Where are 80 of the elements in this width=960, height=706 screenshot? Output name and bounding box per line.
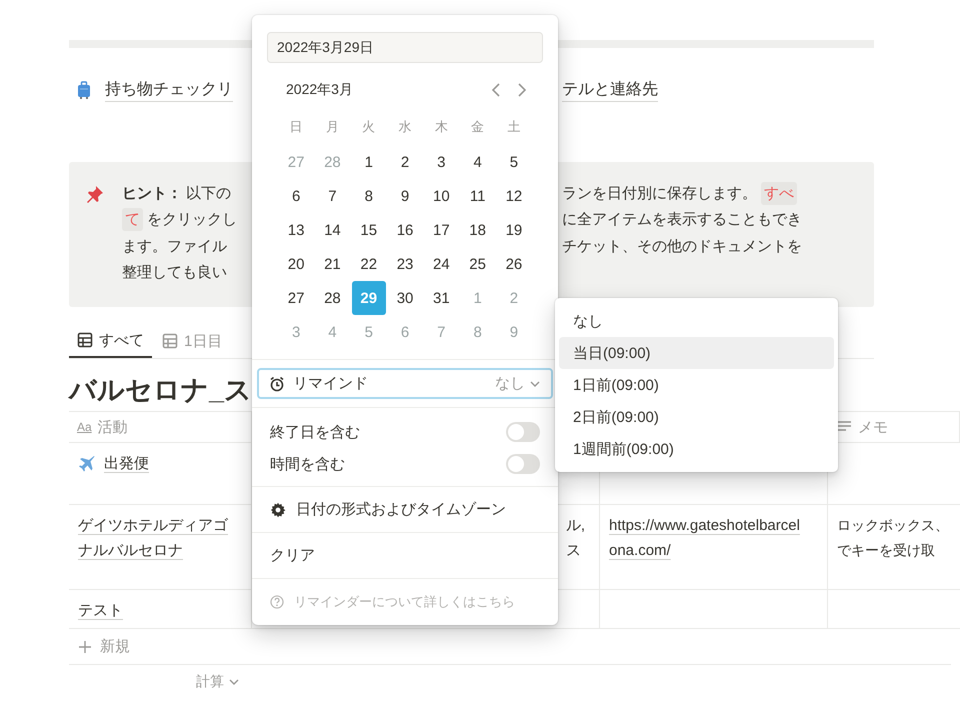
calendar-day[interactable]: 17 <box>423 213 460 247</box>
menu-option[interactable]: なし <box>559 305 834 337</box>
calendar-day[interactable]: 7 <box>314 179 351 213</box>
toggle-switch[interactable] <box>506 454 540 474</box>
calendar-day[interactable]: 11 <box>459 179 496 213</box>
calendar-day[interactable]: 25 <box>459 247 496 281</box>
pushpin-icon <box>85 184 105 204</box>
table-icon <box>162 333 178 349</box>
toggle-label: 時間を含む <box>270 454 345 474</box>
cell-text: ル, ス <box>566 516 585 561</box>
calendar-day[interactable]: 5 <box>496 145 532 179</box>
hint-text: ランを日付別に保存します。 <box>562 184 757 203</box>
database-title: バルセロナ_ス <box>69 374 252 407</box>
suitcase-icon <box>77 81 91 99</box>
gear-icon <box>270 502 286 518</box>
page-link[interactable]: 持ち物チェックリ <box>105 78 233 102</box>
alarm-clock-icon <box>269 376 285 392</box>
menu-option[interactable]: 1日前(09:00) <box>559 369 834 401</box>
toggle-label: 終了日を含む <box>270 422 360 442</box>
date-input-field[interactable]: 2022年3月29日 <box>267 32 543 63</box>
view-tab[interactable]: すべて <box>69 324 152 358</box>
table-icon <box>77 332 93 348</box>
page-link[interactable]: テルと連絡先 <box>562 78 658 102</box>
hint-text: ます。ファイル <box>122 236 227 256</box>
month-label: 2022年3月 <box>286 81 353 99</box>
calendar-day[interactable]: 26 <box>496 247 532 281</box>
weekday-label: 金 <box>470 118 486 136</box>
weekday-label: 月 <box>324 118 340 136</box>
calendar-day[interactable]: 14 <box>314 213 351 247</box>
calendar-day[interactable]: 13 <box>278 213 314 247</box>
cell-text: ロックボックス、でキーを受け取 <box>837 516 950 560</box>
text-type-mark: Aa <box>77 420 92 434</box>
calendar-day[interactable]: 8 <box>350 179 387 213</box>
calendar-day[interactable]: 23 <box>386 247 424 281</box>
page-link[interactable]: テスト <box>78 598 123 623</box>
calendar-day[interactable]: 1 <box>350 145 387 179</box>
hint-text: に全アイテムを表示することもでき <box>562 210 802 230</box>
menu-option[interactable]: 当日(09:00) <box>559 337 834 369</box>
hint-text: 整理しても良い <box>122 263 227 282</box>
hint-text: ヒント： 以下の <box>122 184 232 203</box>
calendar-day[interactable]: 20 <box>278 247 314 281</box>
weekday-label: 火 <box>361 118 376 136</box>
calendar-day[interactable]: 12 <box>496 179 532 213</box>
weekday-label: 木 <box>434 118 449 136</box>
calendar-day[interactable]: 3 <box>423 145 460 179</box>
calendar-day[interactable]: 6 <box>278 179 314 213</box>
weekday-label: 水 <box>398 118 413 136</box>
calendar-day[interactable]: 2 <box>386 145 424 179</box>
lines-icon <box>836 420 852 434</box>
calendar-day[interactable]: 19 <box>496 213 532 247</box>
calendar-day[interactable]: 4 <box>459 145 496 179</box>
calendar-day[interactable]: 30 <box>386 281 424 315</box>
hint-text: をクリックし <box>147 210 237 230</box>
weekday-label: 日 <box>288 118 304 136</box>
calendar-day[interactable]: 18 <box>459 213 496 247</box>
chevron-left-icon[interactable] <box>490 82 502 98</box>
hint-text: チケット、その他のドキュメントを <box>562 236 802 256</box>
chevron-right-icon[interactable] <box>516 82 528 98</box>
inline-code: て <box>122 208 143 232</box>
calendar-day[interactable]: 31 <box>423 281 460 315</box>
help-icon <box>270 594 284 608</box>
calendar-day[interactable]: 27 <box>278 281 314 315</box>
calendar-day[interactable]: 22 <box>350 247 387 281</box>
calendar-day[interactable]: 24 <box>423 247 460 281</box>
clear-button[interactable]: クリア <box>252 533 558 578</box>
inline-code: すべ <box>761 182 797 205</box>
page-link[interactable]: 出発便 <box>104 451 149 476</box>
menu-item[interactable]: 日付の形式およびタイムゾーン <box>252 487 558 532</box>
reminder-dropdown[interactable]: リマインド なし <box>257 368 553 399</box>
calendar-day[interactable]: 9 <box>386 179 424 213</box>
calendar-day[interactable]: 15 <box>350 213 387 247</box>
calendar-day[interactable]: 10 <box>423 179 460 213</box>
url-link[interactable]: https://www.gateshotelbarcel ona.com/ <box>609 513 800 563</box>
calendar-day[interactable]: 21 <box>314 247 351 281</box>
calendar-day[interactable]: 28 <box>314 281 351 315</box>
page-link[interactable]: ゲイツホテルディアゴナルバルセロナ <box>78 513 231 563</box>
toggle-switch[interactable] <box>506 422 540 442</box>
plus-icon <box>78 640 92 654</box>
calendar-day[interactable]: 16 <box>386 213 424 247</box>
weekday-label: 土 <box>506 118 522 136</box>
